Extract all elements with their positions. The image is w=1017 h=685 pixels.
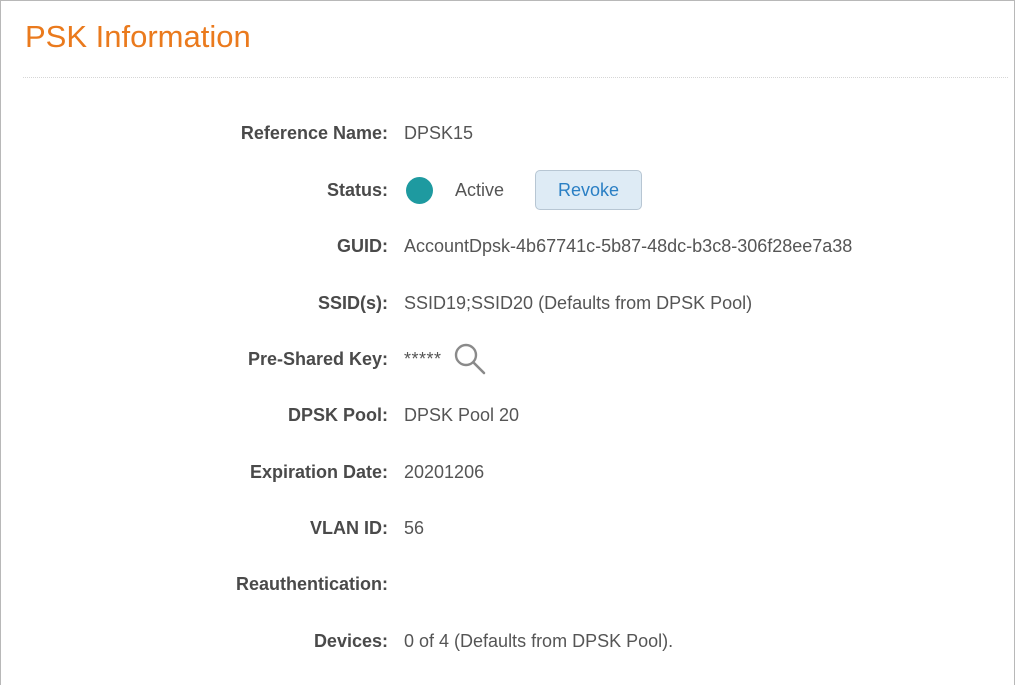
expiration-date-value: 20201206	[404, 461, 485, 482]
pre-shared-key-value-group: *****	[404, 342, 487, 376]
expiration-date-row: Expiration Date: 20201206	[1, 452, 1016, 492]
reauthentication-row: Reauthentication:	[1, 564, 1016, 604]
guid-value: AccountDpsk-4b67741c-5b87-48dc-b3c8-306f…	[404, 235, 853, 256]
status-value-group: Active Revoke	[404, 170, 643, 210]
guid-row: GUID: AccountDpsk-4b67741c-5b87-48dc-b3c…	[1, 226, 1016, 266]
ssids-label: SSID(s):	[317, 292, 388, 313]
devices-label: Devices:	[313, 630, 388, 651]
search-icon[interactable]	[453, 342, 487, 376]
pre-shared-key-masked-value: *****	[404, 348, 442, 369]
dpsk-pool-label: DPSK Pool:	[287, 404, 388, 425]
ssids-value: SSID19;SSID20 (Defaults from DPSK Pool)	[404, 292, 753, 313]
title-divider	[23, 77, 1008, 78]
dpsk-pool-row: DPSK Pool: DPSK Pool 20	[1, 395, 1016, 435]
devices-value: 0 of 4 (Defaults from DPSK Pool).	[404, 630, 674, 651]
status-row: Status: Active Revoke	[1, 170, 1016, 210]
expiration-date-label: Expiration Date:	[249, 461, 388, 482]
reference-name-row: Reference Name: DPSK15	[1, 113, 1016, 153]
status-indicator-dot	[406, 176, 433, 204]
reauthentication-label: Reauthentication:	[235, 573, 388, 594]
devices-row: Devices: 0 of 4 (Defaults from DPSK Pool…	[1, 621, 1016, 661]
status-text: Active	[455, 179, 505, 200]
guid-label: GUID:	[337, 235, 388, 256]
reference-name-label: Reference Name:	[240, 122, 388, 143]
psk-information-panel: PSK Information Reference Name: DPSK15 S…	[0, 0, 1015, 685]
ssids-row: SSID(s): SSID19;SSID20 (Defaults from DP…	[1, 283, 1016, 323]
page-title: PSK Information	[25, 19, 251, 54]
revoke-button[interactable]: Revoke	[535, 170, 643, 210]
pre-shared-key-row: Pre-Shared Key: *****	[1, 339, 1016, 379]
pre-shared-key-label: Pre-Shared Key:	[247, 348, 388, 369]
reference-name-value: DPSK15	[404, 122, 474, 143]
vlan-id-row: VLAN ID: 56	[1, 508, 1016, 548]
vlan-id-value: 56	[404, 517, 425, 538]
vlan-id-label: VLAN ID:	[310, 517, 388, 538]
status-label: Status:	[326, 179, 388, 200]
dpsk-pool-value: DPSK Pool 20	[404, 404, 520, 425]
